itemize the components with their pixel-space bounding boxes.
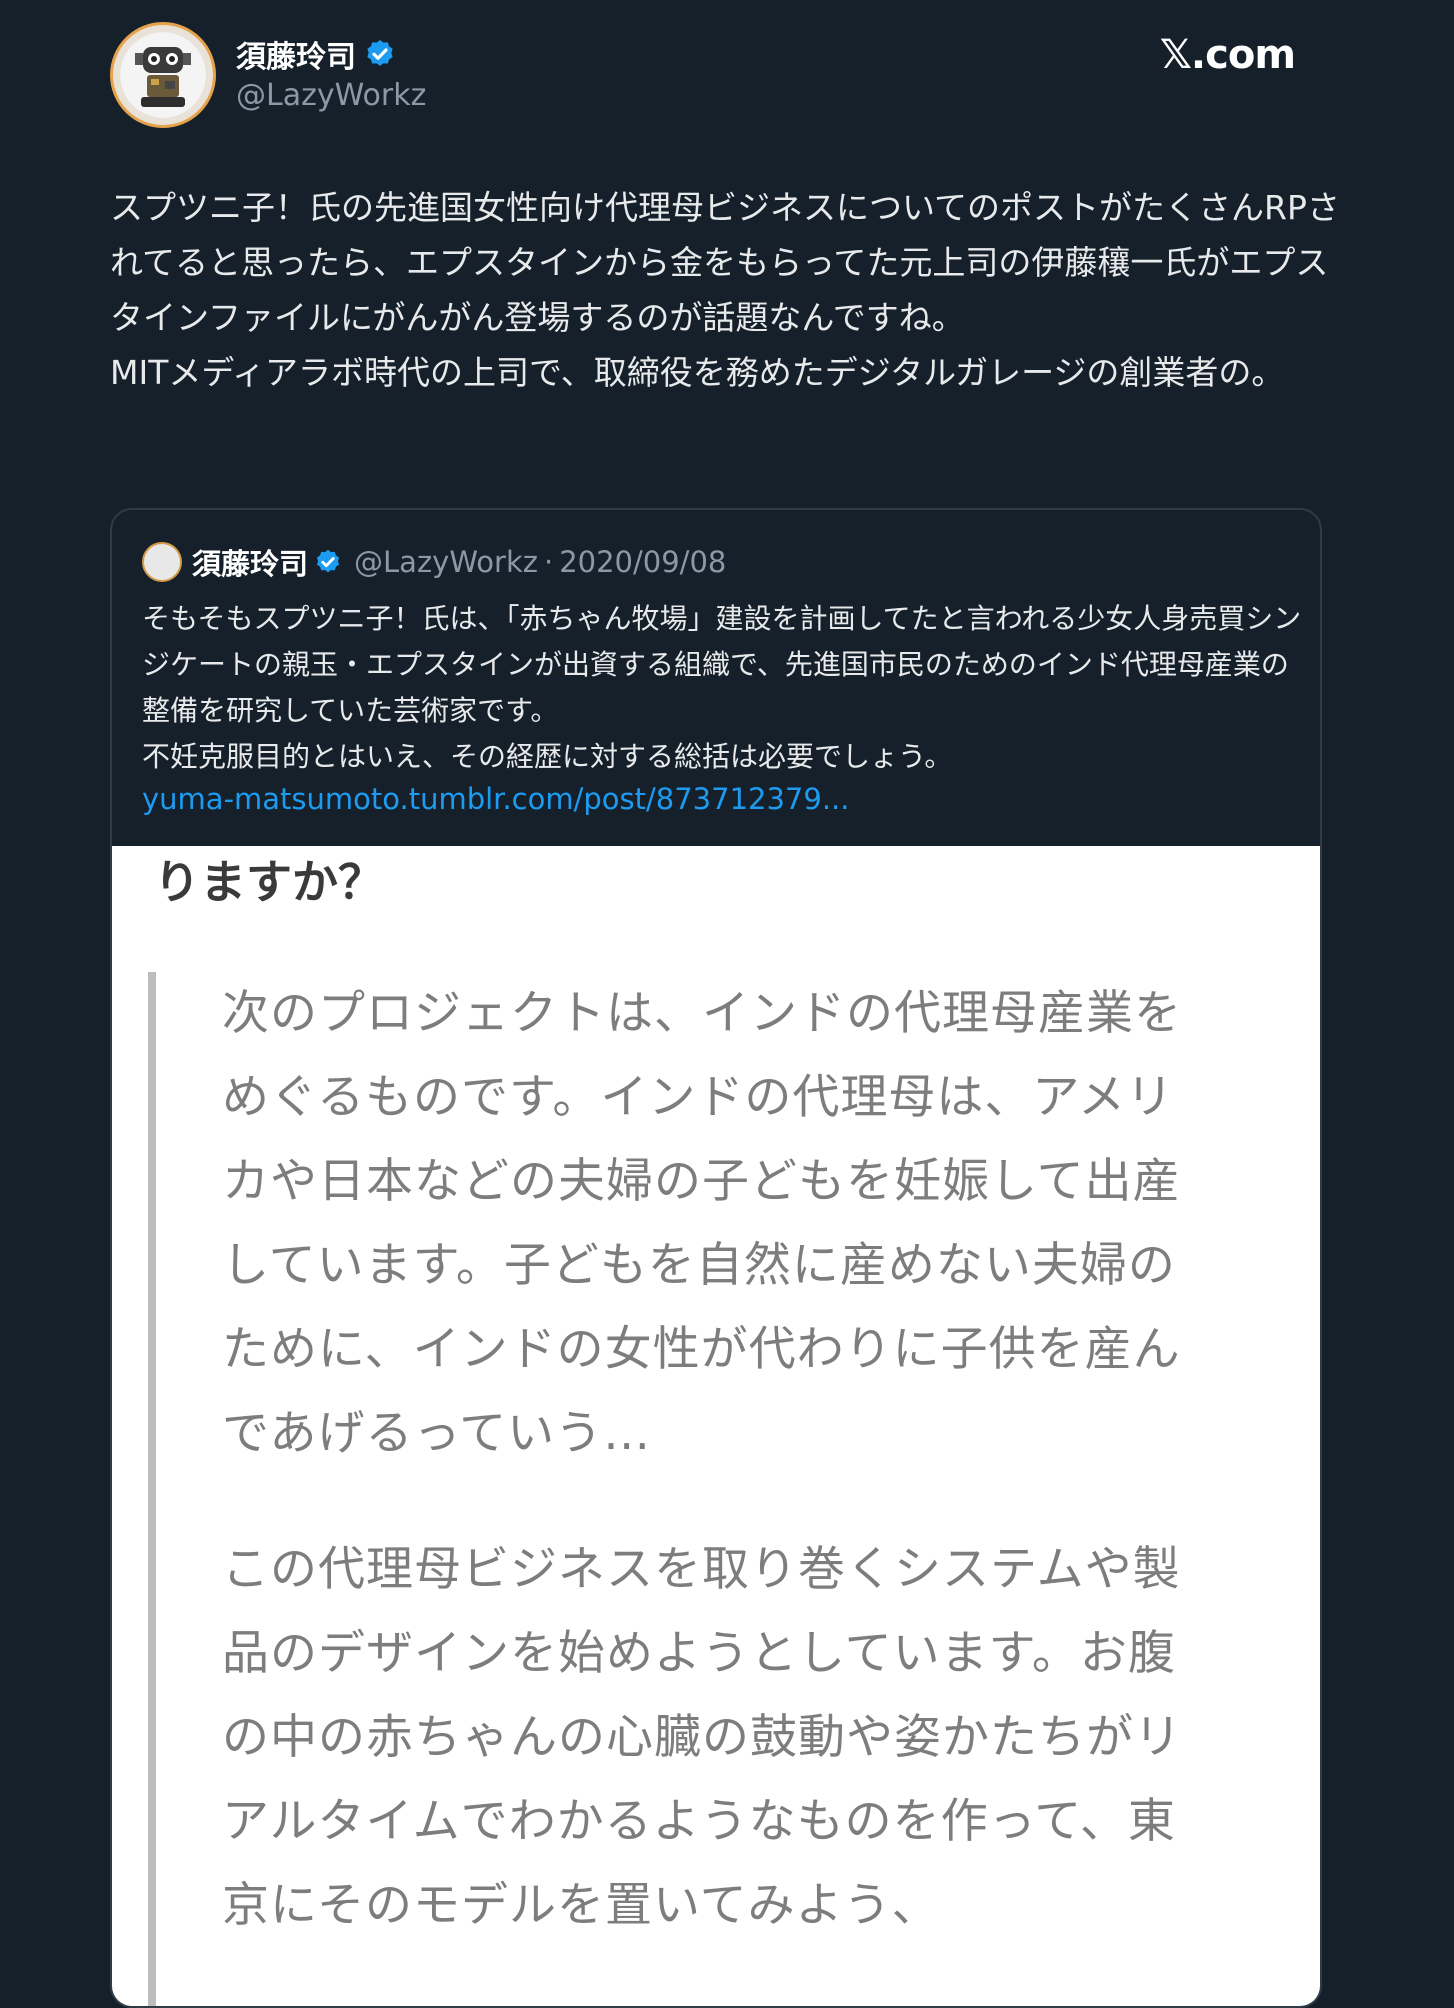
quoted-post-body: そもそもスプツニ子！氏は、「赤ちゃん牧場」建設を計画してたと言われる少女人身売買… xyxy=(142,602,1302,773)
embedded-heading: りますか？ xyxy=(154,855,384,909)
author-avatar[interactable] xyxy=(110,22,216,128)
blockquote-bar xyxy=(148,972,156,2006)
quoted-post-header: 須藤玲司 @LazyWorkz · 2020/09/08 xyxy=(142,540,726,584)
quoted-author-display-name: 須藤玲司 xyxy=(192,547,309,581)
embedded-paragraph-1: 次のプロジェクトは、インドの代理母産業をめぐるものです。インドの代理母は、アメリ… xyxy=(222,986,1182,1461)
embedded-blockquote: 次のプロジェクトは、インドの代理母産業をめぐるものです。インドの代理母は、アメリ… xyxy=(148,972,1248,2006)
post-body: スプツニ子！氏の先進国女性向け代理母ビジネスについてのポストがたくさんRPされて… xyxy=(110,188,1340,392)
author-handle[interactable]: @LazyWorkz xyxy=(236,78,426,113)
quoted-author-handle: @LazyWorkz xyxy=(354,545,538,579)
quoted-author-avatar xyxy=(142,542,182,582)
embedded-image[interactable]: りますか？ 次のプロジェクトは、インドの代理母産業をめぐるものです。インドの代理… xyxy=(112,846,1320,2006)
separator-dot: · xyxy=(543,545,554,579)
quoted-post-date: 2020/09/08 xyxy=(559,545,727,579)
verified-badge-icon xyxy=(367,40,393,66)
post-header: 須藤玲司 @LazyWorkz 𝕏.com xyxy=(110,22,1330,132)
author-display-name[interactable]: 須藤玲司 xyxy=(236,32,356,76)
embedded-paragraph-2: この代理母ビジネスを取り巻くシステムや製品のデザインを始めようとしています。お腹… xyxy=(222,1542,1182,1933)
robot-avatar-icon xyxy=(135,47,191,107)
site-logo: 𝕏.com xyxy=(1159,32,1296,78)
quoted-post-link[interactable]: yuma-matsumoto.tumblr.com/post/873712379… xyxy=(142,782,849,816)
quoted-post[interactable]: 須藤玲司 @LazyWorkz · 2020/09/08 そもそもスプツニ子！氏… xyxy=(110,508,1322,2008)
verified-badge-icon xyxy=(316,549,340,573)
